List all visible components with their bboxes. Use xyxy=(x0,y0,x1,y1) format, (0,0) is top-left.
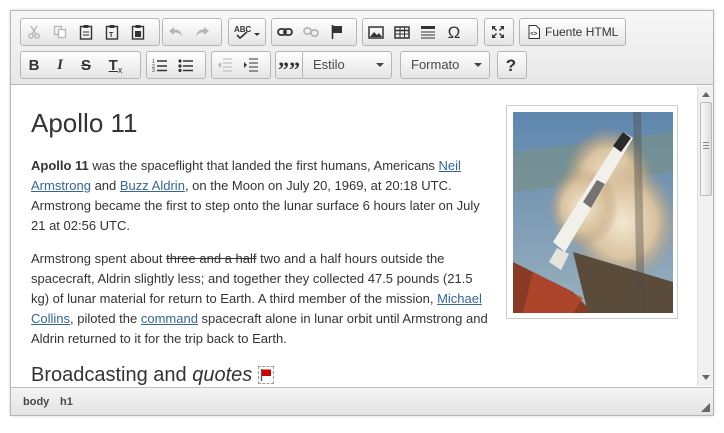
spellcheck-icon[interactable]: ABC xyxy=(229,19,265,45)
element-path-bar: body h1 xyxy=(11,387,713,415)
clear-format-sub: x xyxy=(117,64,123,75)
chevron-down-icon xyxy=(376,63,384,67)
path-item-h1[interactable]: h1 xyxy=(60,396,73,408)
grip-icon xyxy=(703,142,709,149)
editor-toolbar: T ABC Ω <> Fuente HTML B I S T x 1 2 3 ”… xyxy=(11,11,713,85)
strikethrough-text: three and a half xyxy=(166,251,257,266)
help-group: ? xyxy=(497,51,527,79)
style-combo[interactable]: Estilo xyxy=(302,51,392,79)
chevron-down-icon xyxy=(474,63,482,67)
maximize-group xyxy=(484,18,514,46)
clear-format-label: T xyxy=(108,56,118,74)
special-char-icon[interactable]: Ω xyxy=(441,19,467,45)
spellcheck-group: ABC xyxy=(228,18,266,46)
bulleted-list-icon[interactable] xyxy=(173,52,199,78)
list-group: 123 xyxy=(146,51,206,79)
svg-text:<>: <> xyxy=(530,31,538,38)
scroll-thumb[interactable] xyxy=(700,102,712,196)
cut-icon[interactable] xyxy=(21,19,47,45)
scroll-up-arrow-icon[interactable] xyxy=(702,92,710,97)
vertical-scrollbar[interactable] xyxy=(697,86,713,386)
copy-icon[interactable] xyxy=(47,19,73,45)
strike-label: S xyxy=(80,56,91,74)
table-icon[interactable] xyxy=(389,19,415,45)
blockquote-group: ”” xyxy=(275,51,305,82)
rich-text-editor: T ABC Ω <> Fuente HTML B I S T x 1 2 3 ”… xyxy=(10,10,714,416)
link-buzz-aldrin[interactable]: Buzz Aldrin xyxy=(120,178,185,193)
path-item-body[interactable]: body xyxy=(23,396,49,408)
resize-handle-icon[interactable] xyxy=(701,403,710,412)
heading-italic-text: quotes xyxy=(192,364,253,386)
source-icon: <> xyxy=(528,25,540,39)
strike-button[interactable]: S xyxy=(73,52,99,78)
numbered-list-icon[interactable]: 123 xyxy=(147,52,173,78)
link-icon[interactable] xyxy=(272,19,298,45)
paste-text-icon[interactable]: T xyxy=(99,19,125,45)
format-combo[interactable]: Formato xyxy=(400,51,490,79)
insert-group: Ω xyxy=(362,18,478,46)
image-icon[interactable] xyxy=(363,19,389,45)
blockquote-icon[interactable]: ”” xyxy=(276,52,302,82)
link-group xyxy=(271,18,357,46)
outdent-icon[interactable] xyxy=(212,52,238,78)
undo-icon[interactable] xyxy=(163,19,189,45)
quote-label: ”” xyxy=(278,57,300,82)
style-combo-label: Estilo xyxy=(313,57,345,72)
omega-label: Ω xyxy=(447,22,461,42)
anchor-placeholder[interactable] xyxy=(258,366,275,384)
image-figure[interactable] xyxy=(506,105,678,319)
svg-text:ABC: ABC xyxy=(234,25,252,34)
bold-label: B xyxy=(28,56,40,74)
clipboard-group: T xyxy=(20,18,160,46)
text-span: Armstrong spent about xyxy=(31,251,167,266)
paragraph-2: Armstrong spent about three and a half t… xyxy=(31,249,493,349)
redo-icon[interactable] xyxy=(189,19,215,45)
anchor-flag-icon[interactable] xyxy=(324,19,350,45)
format-combo-label: Formato xyxy=(411,57,460,72)
paste-word-icon[interactable] xyxy=(125,19,151,45)
remove-format-button[interactable]: Tx xyxy=(99,52,132,78)
svg-text:T: T xyxy=(109,32,114,39)
indent-group xyxy=(211,51,271,79)
basicstyles-group: B I S Tx xyxy=(20,51,141,79)
flag-icon xyxy=(261,369,272,381)
source-label: Fuente HTML xyxy=(545,25,619,39)
maximize-icon[interactable] xyxy=(485,19,511,45)
section-heading: Broadcasting and quotes xyxy=(31,364,275,386)
help-button[interactable]: ? xyxy=(498,52,524,78)
indent-icon[interactable] xyxy=(238,52,264,78)
text-span: , piloted the xyxy=(70,311,141,326)
source-group: <> Fuente HTML xyxy=(519,18,626,46)
paste-icon[interactable] xyxy=(73,19,99,45)
text-span: and xyxy=(90,178,120,193)
scroll-down-arrow-icon[interactable] xyxy=(702,375,710,380)
paragraph-1: Apollo 11 was the spaceflight that lande… xyxy=(31,156,493,236)
page-title: Apollo 11 xyxy=(31,108,138,138)
help-label: ? xyxy=(505,55,517,75)
horizontal-rule-icon[interactable] xyxy=(415,19,441,45)
link-command[interactable]: command xyxy=(141,311,198,326)
heading-text: Broadcasting and xyxy=(31,364,193,386)
italic-button[interactable]: I xyxy=(47,52,73,78)
unlink-icon[interactable] xyxy=(298,19,324,45)
editor-content[interactable]: Apollo 11 Apollo 11 was the spaceflight … xyxy=(11,86,697,386)
apollo-launch-photo xyxy=(513,112,673,313)
undo-redo-group xyxy=(162,18,222,46)
svg-text:3: 3 xyxy=(152,68,155,72)
text-span: was the spaceflight that landed the firs… xyxy=(88,158,439,173)
source-button[interactable]: <> Fuente HTML xyxy=(520,19,625,45)
bold-text: Apollo 11 xyxy=(31,158,89,173)
bold-button[interactable]: B xyxy=(21,52,47,78)
italic-label: I xyxy=(57,56,63,73)
